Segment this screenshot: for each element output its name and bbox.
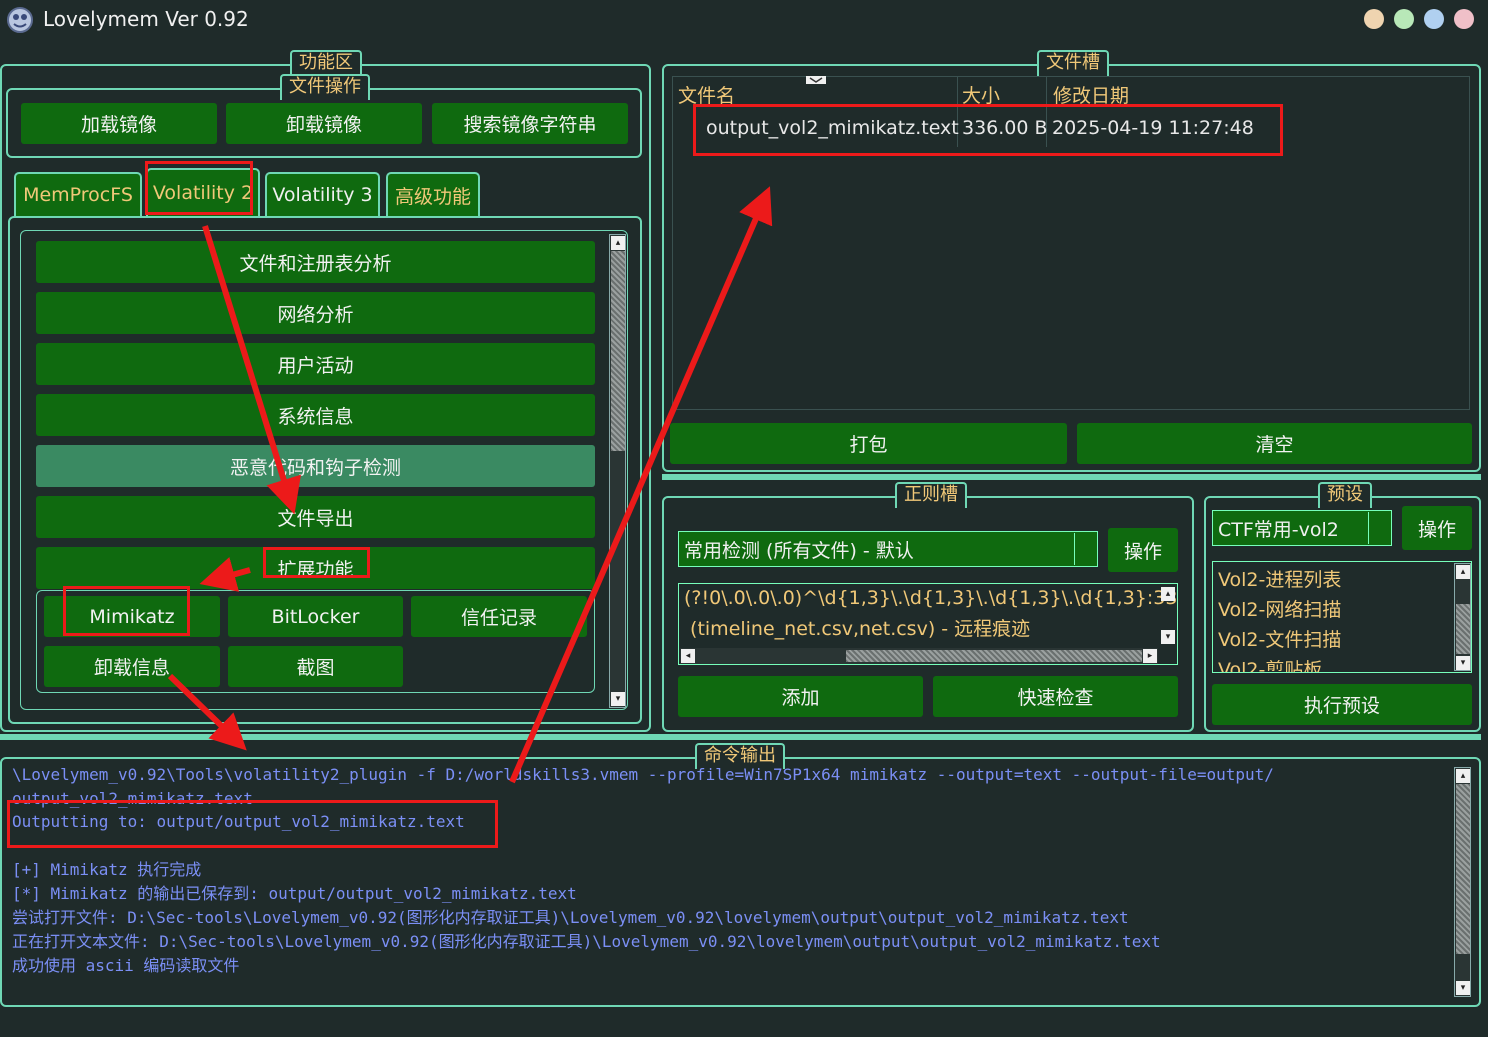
regex-scroll-right-icon[interactable]: ▸	[1143, 649, 1157, 663]
panel-separator	[0, 734, 1481, 740]
preset-op-button[interactable]: 操作	[1402, 506, 1472, 550]
pack-button[interactable]: 打包	[670, 423, 1067, 464]
app-logo-icon	[7, 7, 33, 33]
regex-op-button[interactable]: 操作	[1108, 528, 1178, 572]
file-export-button[interactable]: 文件导出	[36, 496, 595, 538]
regex-slot-legend: 正则槽	[895, 482, 967, 508]
scroll-thumb[interactable]	[611, 251, 625, 451]
panel-separator	[662, 474, 1481, 480]
load-image-button[interactable]: 加载镜像	[21, 103, 217, 144]
file-slot-legend: 文件槽	[1037, 50, 1109, 76]
minimize-dot-icon[interactable]	[1364, 9, 1384, 29]
regex-preset-select[interactable]: 常用检测 (所有文件) - 默认	[678, 531, 1098, 567]
function-area-legend: 功能区	[290, 50, 362, 76]
file-size-cell: 336.00 B	[962, 117, 1048, 139]
sort-indicator-icon	[806, 76, 826, 84]
clear-button[interactable]: 清空	[1077, 423, 1472, 464]
bitlocker-button[interactable]: BitLocker	[228, 596, 403, 637]
preset-item[interactable]: Vol2-网络扫描	[1218, 595, 1341, 622]
regex-hscroll-thumb[interactable]	[846, 650, 1142, 662]
output-scroll-down-icon[interactable]: ▾	[1456, 981, 1470, 995]
uninstall-info-button[interactable]: 卸载信息	[44, 646, 220, 687]
column-header-date[interactable]: 修改日期	[1053, 81, 1129, 108]
unload-image-button[interactable]: 卸载镜像	[226, 103, 422, 144]
scroll-up-icon[interactable]: ▴	[611, 236, 625, 250]
system-info-button[interactable]: 系统信息	[36, 394, 595, 436]
output-line: 尝试打开文件: D:\Sec-tools\Lovelymem_v0.92(图形化…	[12, 908, 1129, 927]
maximize-dot-icon[interactable]	[1394, 9, 1414, 29]
file-date-cell: 2025-04-19 11:27:48	[1052, 117, 1254, 139]
regex-scroll-left-icon[interactable]: ◂	[681, 649, 695, 663]
preset-scroll-thumb[interactable]	[1456, 604, 1470, 654]
output-line: Outputting to: output/output_vol2_mimika…	[12, 812, 465, 831]
add-regex-button[interactable]: 添加	[678, 676, 923, 717]
scroll-down-icon[interactable]: ▾	[611, 692, 625, 706]
regex-list[interactable]: (?!0\.0\.0\.0)^\d{1,3}\.\d{1,3}\.\d{1,3}…	[678, 583, 1178, 665]
output-line: \Lovelymem_v0.92\Tools\volatility2_plugi…	[12, 765, 1274, 784]
trust-records-button[interactable]: 信任记录	[411, 596, 587, 637]
file-ops-legend: 文件操作	[280, 74, 370, 100]
output-line: 正在打开文本文件: D:\Sec-tools\Lovelymem_v0.92(图…	[12, 932, 1161, 951]
file-row[interactable]: output_vol2_mimikatz.text 336.00 B 2025-…	[673, 113, 1469, 147]
preset-select[interactable]: CTF常用-vol2	[1212, 510, 1392, 546]
user-activity-button[interactable]: 用户活动	[36, 343, 595, 385]
output-line: output_vol2_mimikatz.text	[12, 789, 253, 808]
tab-volatility3[interactable]: Volatility 3	[265, 172, 380, 216]
vol2-scrollbar[interactable]: ▴ ▾	[609, 234, 626, 708]
preset-scroll-down-icon[interactable]: ▾	[1456, 656, 1470, 670]
preset-item[interactable]: Vol2-进程列表	[1218, 565, 1341, 592]
window-title: Lovelymem Ver 0.92	[43, 7, 249, 31]
preset-item[interactable]: Vol2-文件扫描	[1218, 625, 1341, 652]
restore-dot-icon[interactable]	[1424, 9, 1444, 29]
mimikatz-button[interactable]: Mimikatz	[44, 596, 220, 637]
column-header-name[interactable]: 文件名	[678, 81, 735, 108]
regex-line: (?!0\.0\.0\.0)^\d{1,3}\.\d{1,3}\.\d{1,3}…	[684, 587, 1178, 609]
title-bar: Lovelymem Ver 0.92	[0, 0, 1488, 38]
malware-hook-detect-button[interactable]: 恶意代码和钩子检测	[36, 445, 595, 487]
column-header-size[interactable]: 大小	[962, 81, 1000, 108]
dropdown-divider	[1368, 512, 1369, 544]
tab-volatility2[interactable]: Volatility 2	[146, 168, 260, 216]
search-strings-button[interactable]: 搜索镜像字符串	[432, 103, 628, 144]
screenshot-button[interactable]: 截图	[228, 646, 403, 687]
extension-functions-button[interactable]: 扩展功能	[36, 547, 595, 589]
output-scroll-up-icon[interactable]: ▴	[1456, 769, 1470, 783]
regex-scroll-up-icon[interactable]: ▴	[1161, 587, 1175, 601]
output-line: [*] Mimikatz 的输出已保存到: output/output_vol2…	[12, 884, 577, 903]
tab-memprocfs[interactable]: MemProcFS	[14, 172, 142, 216]
output-line: 成功使用 ascii 编码读取文件	[12, 956, 240, 975]
preset-item[interactable]: Vol2-剪贴板	[1218, 655, 1322, 672]
preset-scrollbar[interactable]: ▴ ▾	[1454, 563, 1471, 671]
preset-list[interactable]: Vol2-进程列表 Vol2-网络扫描 Vol2-文件扫描 Vol2-剪贴板 ▴…	[1212, 561, 1472, 673]
preset-legend: 预设	[1318, 482, 1372, 508]
regex-scroll-down-icon[interactable]: ▾	[1161, 630, 1175, 644]
file-table: 文件名 大小 修改日期 output_vol2_mimikatz.text 33…	[672, 76, 1470, 410]
output-line: [+] Mimikatz 执行完成	[12, 860, 202, 879]
tab-advanced[interactable]: 高级功能	[386, 172, 480, 216]
file-registry-analysis-button[interactable]: 文件和注册表分析	[36, 241, 595, 283]
run-preset-button[interactable]: 执行预设	[1212, 684, 1472, 725]
output-scroll-thumb[interactable]	[1456, 784, 1470, 954]
close-dot-icon[interactable]	[1454, 9, 1474, 29]
file-name-cell: output_vol2_mimikatz.text	[706, 117, 959, 139]
regex-hscrollbar[interactable]: ◂ ▸	[680, 648, 1158, 664]
quick-check-button[interactable]: 快速检查	[933, 676, 1178, 717]
command-output-text[interactable]: \Lovelymem_v0.92\Tools\volatility2_plugi…	[6, 763, 1454, 999]
output-scrollbar[interactable]: ▴ ▾	[1454, 767, 1471, 997]
dropdown-divider	[1074, 533, 1075, 565]
preset-scroll-up-icon[interactable]: ▴	[1456, 565, 1470, 579]
regex-line: (timeline_net.csv,net.csv) - 远程痕迹	[684, 618, 1031, 640]
network-analysis-button[interactable]: 网络分析	[36, 292, 595, 334]
